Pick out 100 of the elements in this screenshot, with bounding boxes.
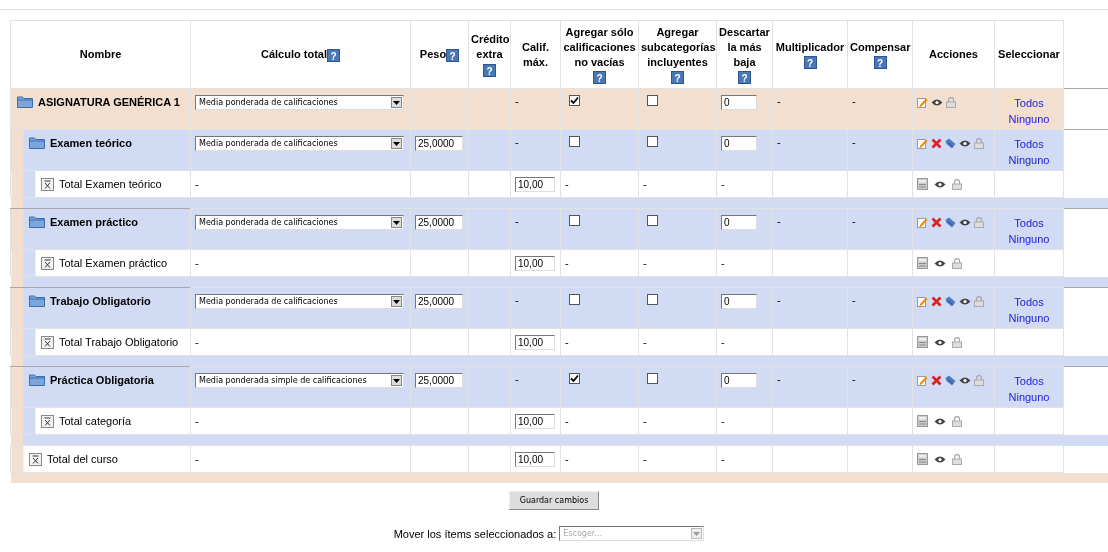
move-label: Mover los ítems seleccionados a: [393,527,557,540]
calculator-icon[interactable] [917,178,928,190]
help-icon[interactable]: ? [803,56,817,70]
column-header: Calif. máx. [521,39,550,70]
select-link[interactable]: Ninguno [999,231,1059,247]
folder-icon [17,95,33,108]
dropdown-arrow-icon [393,100,400,105]
eye-icon[interactable] [931,98,943,107]
max-grade-field[interactable]: 10,00 [515,255,555,271]
item-name: Total Trabajo Obligatorio [59,336,179,348]
edit-icon[interactable] [917,138,928,149]
checkbox[interactable] [569,373,580,384]
drop-lowest-field[interactable]: 0 [721,136,757,151]
aggregation-select[interactable]: Media ponderada simple de calificaciones [195,373,404,388]
calculation: - [195,415,199,427]
grade-item-icon [41,256,54,270]
help-icon[interactable]: ? [483,63,496,77]
table-cell: - [643,257,647,269]
checkbox[interactable] [569,215,580,226]
select-link[interactable]: Ninguno [999,389,1059,405]
delete-icon[interactable] [931,138,942,149]
select-link[interactable]: Todos [999,294,1059,310]
grade-item-icon [41,414,54,428]
weight-field[interactable]: 25,0000 [415,136,463,151]
calculator-icon[interactable] [917,415,928,427]
edit-icon[interactable] [917,97,928,108]
drop-lowest-field[interactable]: 0 [721,294,757,309]
edit-icon[interactable] [917,296,928,307]
delete-icon[interactable] [931,375,942,386]
checkbox[interactable] [647,294,658,305]
offset: - [852,215,856,227]
max-grade-field[interactable]: 10,00 [515,176,555,192]
table-cell: - [643,178,647,190]
checkbox[interactable] [569,136,580,147]
help-icon[interactable]: ? [593,71,606,85]
select-link[interactable]: Todos [999,373,1059,389]
checkbox[interactable] [647,95,658,106]
drop-lowest-field[interactable]: 0 [721,373,757,388]
drop-lowest-field[interactable]: 0 [721,95,757,110]
calculator-icon[interactable] [917,336,928,348]
eye-icon[interactable] [959,218,971,227]
column-header: Multiplicador [775,39,845,55]
column-header: Agregar sólo calificaciones no vacías [563,24,636,70]
calculator-icon[interactable] [917,453,928,465]
offset: - [852,294,856,306]
aggregation-select[interactable]: Media ponderada de calificaciones [195,136,404,151]
edit-icon[interactable] [917,217,928,228]
weight-field[interactable]: 25,0000 [415,373,463,388]
multiplier: - [777,215,781,227]
eye-icon[interactable] [934,416,946,426]
select-link[interactable]: Todos [999,95,1059,111]
checkbox[interactable] [569,294,580,305]
weight-field[interactable]: 25,0000 [415,215,463,230]
grade-item-icon [29,452,42,466]
help-icon[interactable]: ? [738,71,751,85]
eye-icon[interactable] [934,454,946,464]
select-link[interactable]: Todos [999,136,1059,152]
aggregation-select[interactable]: Media ponderada de calificaciones [195,215,404,230]
max-grade-field[interactable]: 10,00 [515,413,555,429]
aggregation-select[interactable]: Media ponderada de calificaciones [195,294,404,309]
column-header: Nombre [79,47,122,62]
max-grade-field[interactable]: 10,00 [515,451,555,467]
checkbox[interactable] [647,215,658,226]
select-link[interactable]: Ninguno [999,310,1059,326]
select-link[interactable]: Ninguno [999,111,1059,127]
help-icon[interactable]: ? [446,48,460,62]
calculator-icon[interactable] [917,257,928,269]
eye-icon[interactable] [934,337,946,347]
max-grade-field[interactable]: 10,00 [515,334,555,350]
eye-icon[interactable] [959,297,971,306]
multiplier: - [777,294,781,306]
eye-icon[interactable] [934,179,946,189]
item-name: Total del curso [47,453,118,465]
folder-icon [29,136,45,149]
delete-icon[interactable] [931,217,942,228]
edit-icon[interactable] [917,375,928,386]
eye-icon[interactable] [959,376,971,385]
checkbox[interactable] [647,373,658,384]
weight-field[interactable]: 25,0000 [415,294,463,309]
eye-icon[interactable] [934,258,946,268]
column-header: Cálculo total [261,47,327,62]
save-button[interactable]: Guardar cambios [508,491,600,510]
help-icon[interactable]: ? [671,71,684,85]
column-header: Acciones [929,47,978,62]
column-header: Descartar la más baja [719,24,770,70]
eye-icon[interactable] [959,139,971,148]
table-cell: - [643,415,647,427]
table-cell: - [643,336,647,348]
help-icon[interactable]: ? [327,48,340,62]
checkbox[interactable] [569,95,580,106]
calculation: - [195,257,199,269]
select-link[interactable]: Ninguno [999,152,1059,168]
aggregation-select[interactable]: Media ponderada de calificaciones [195,95,404,110]
offset: - [852,95,856,107]
delete-icon[interactable] [931,296,942,307]
drop-lowest-field[interactable]: 0 [721,215,757,230]
checkbox[interactable] [647,136,658,147]
table-cell: - [721,257,725,269]
select-link[interactable]: Todos [999,215,1059,231]
help-icon[interactable]: ? [873,56,887,70]
